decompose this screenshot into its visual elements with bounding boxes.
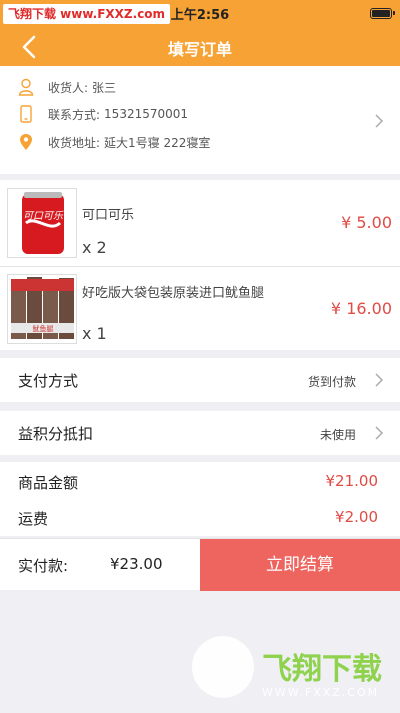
goods-amount-value: ¥21.00	[325, 472, 379, 490]
product-quantity: x 2	[82, 238, 107, 257]
address-card[interactable]: 收货人: 张三 联系方式: 15321570001 收货地址: 延大1号寝 22…	[0, 66, 400, 174]
chevron-right-icon	[375, 373, 384, 387]
watermark-circle-icon	[192, 636, 254, 698]
watermark-url: WWW.FXXZ.COM	[262, 686, 380, 699]
amount-payable-value: ¥23.00	[110, 555, 163, 573]
product-list: 可口可乐 可口可乐 x 2 ¥ 5.00 鱿鱼腿 好吃版大袋包装原装进口鱿鱼腿 …	[0, 180, 400, 350]
shipping-label: 运费	[18, 510, 49, 528]
checkout-button[interactable]: 立即结算	[200, 539, 400, 591]
battery-icon	[370, 8, 395, 19]
receiver-label: 收货人:	[48, 80, 89, 95]
product-image-cola: 可口可乐	[7, 188, 77, 258]
amount-payable-label: 实付款:	[18, 557, 69, 575]
svg-text:可口可乐: 可口可乐	[23, 210, 64, 222]
points-deduction-row[interactable]: 益积分抵扣 未使用	[0, 411, 400, 455]
watermark-logo: 飞翔下载 WWW.FXXZ.COM	[192, 636, 382, 706]
person-icon	[18, 78, 34, 96]
chevron-right-icon	[375, 426, 384, 440]
status-time: 上午2:56	[170, 8, 230, 23]
product-quantity: x 1	[82, 324, 107, 343]
address-row: 收货地址: 延大1号寝 222寝室	[18, 131, 210, 153]
product-price: ¥ 5.00	[341, 213, 392, 232]
shipping-value: ¥2.00	[335, 508, 378, 526]
nav-bar: 填写订单	[0, 28, 400, 66]
watermark-logo-text: 飞翔下载	[262, 652, 382, 687]
checkout-bar: 实付款: ¥23.00 立即结算	[0, 538, 400, 591]
receiver-name: 张三	[92, 80, 117, 95]
order-summary: 商品金额 ¥21.00 运费 ¥2.00	[0, 462, 400, 536]
receiver-row: 收货人: 张三	[18, 76, 116, 98]
phone-icon	[20, 105, 32, 123]
product-item[interactable]: 可口可乐 可口可乐 x 2 ¥ 5.00	[0, 180, 400, 266]
status-bar: 飞翔下载 www.FXXZ.com 上午2:56	[0, 0, 400, 28]
chevron-right-icon	[375, 114, 384, 128]
address-text: 延大1号寝 222寝室	[104, 135, 211, 150]
location-pin-icon	[20, 134, 32, 150]
points-deduction-value: 未使用	[319, 428, 356, 442]
product-name: 好吃版大袋包装原装进口鱿鱼腿	[82, 286, 265, 301]
points-deduction-label: 益积分抵扣	[18, 425, 94, 443]
payment-method-row[interactable]: 支付方式 货到付款	[0, 358, 400, 402]
product-image-squid: 鱿鱼腿	[7, 274, 77, 344]
product-price: ¥ 16.00	[330, 299, 392, 318]
phone-label: 联系方式:	[48, 107, 101, 122]
svg-text:鱿鱼腿: 鱿鱼腿	[33, 324, 54, 333]
goods-amount-label: 商品金额	[18, 474, 79, 492]
product-item[interactable]: 鱿鱼腿 好吃版大袋包装原装进口鱿鱼腿 x 1 ¥ 16.00	[0, 266, 400, 352]
address-label: 收货地址:	[48, 135, 101, 150]
payment-method-label: 支付方式	[18, 372, 79, 390]
product-name: 可口可乐	[82, 208, 135, 223]
page-title: 填写订单	[167, 40, 232, 59]
phone-row: 联系方式: 15321570001	[18, 103, 188, 125]
phone-number: 15321570001	[104, 107, 189, 121]
payment-method-value: 货到付款	[307, 375, 356, 389]
